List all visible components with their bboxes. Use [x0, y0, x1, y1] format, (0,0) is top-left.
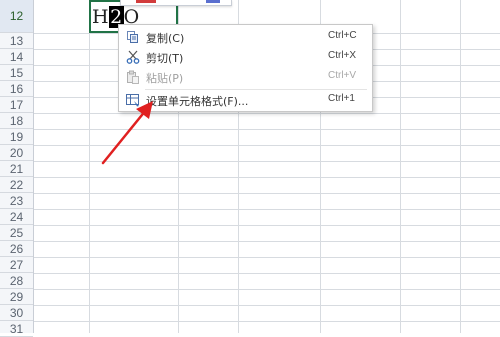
arrow-shaft — [101, 108, 148, 165]
annotation-arrow — [101, 101, 153, 165]
arrow-head — [136, 101, 153, 119]
